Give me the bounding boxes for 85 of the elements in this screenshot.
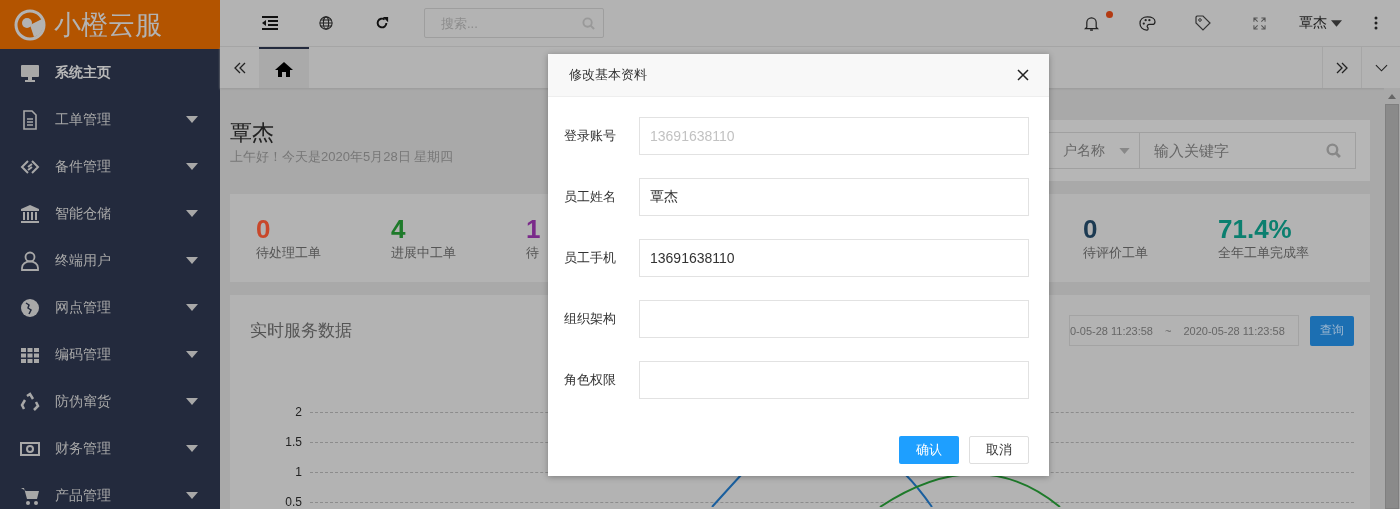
vertical-dots-icon <box>1374 16 1378 30</box>
user-menu[interactable]: 覃杰 <box>1299 14 1342 32</box>
caret-icon <box>186 445 198 452</box>
logo-text: 小橙云服 <box>54 8 162 42</box>
notification-dot <box>1106 11 1113 18</box>
scrollbar-thumb[interactable] <box>1385 104 1399 509</box>
field-label: 员工姓名 <box>564 188 617 206</box>
keyword-search-box[interactable]: 输入关键字 <box>1140 132 1356 169</box>
field-label: 员工手机 <box>564 249 617 267</box>
end-date: 2020-05-28 11:23:58 <box>1183 324 1285 337</box>
stat-value: 4 <box>391 214 406 244</box>
caret-icon <box>186 116 198 123</box>
close-icon <box>1017 69 1029 81</box>
cancel-button[interactable]: 取消 <box>969 436 1029 464</box>
sidebar-item[interactable]: 网点管理 <box>0 284 220 331</box>
stat-label: 进展中工单 <box>391 244 456 262</box>
caret-icon <box>186 257 198 264</box>
stat-value: 0 <box>256 214 271 244</box>
close-button[interactable] <box>1015 67 1031 83</box>
stat-label: 全年工单完成率 <box>1218 244 1309 262</box>
document-icon <box>20 109 40 130</box>
start-date: 0-05-28 11:23:58 <box>1070 324 1153 337</box>
field-label: 角色权限 <box>564 371 617 389</box>
input-field[interactable] <box>639 300 1029 338</box>
y-tick-label: 1 <box>294 465 302 479</box>
range-separator: ~ <box>1165 324 1172 337</box>
scroll-up-icon <box>1388 94 1396 99</box>
bank-icon <box>20 203 40 224</box>
sidebar-item[interactable]: 防伪窜货 <box>0 378 220 425</box>
stat-label: 待 <box>526 244 539 262</box>
caret-icon <box>1331 19 1342 27</box>
palette-icon <box>1138 15 1156 31</box>
stat-label: 待处理工单 <box>256 244 321 262</box>
y-tick-label: 2 <box>294 405 302 419</box>
chart-title: 实时服务数据 <box>250 320 352 342</box>
user-name: 覃杰 <box>230 119 275 147</box>
sidebar-item[interactable]: 财务管理 <box>0 425 220 472</box>
caret-icon <box>186 398 198 405</box>
search-icon <box>582 16 595 30</box>
caret-icon <box>186 351 198 358</box>
sidebar-item[interactable]: 产品管理 <box>0 472 220 509</box>
stat-value: 0 <box>1083 214 1098 244</box>
chart-curve <box>711 473 743 507</box>
y-tick-label: 0.5 <box>284 495 302 509</box>
sidebar-item[interactable]: 终端用户 <box>0 237 220 284</box>
cart-icon <box>20 485 40 506</box>
stat-label: 待评价工单 <box>1083 244 1148 262</box>
home-tab[interactable] <box>259 47 309 88</box>
stat-value: 71.4% <box>1218 214 1292 244</box>
keyword-field[interactable]: 输入关键字 <box>1152 141 1326 160</box>
y-tick-label: 1.5 <box>284 435 302 449</box>
caret-icon <box>186 163 198 170</box>
tag-icon <box>1195 15 1211 31</box>
sidebar-item[interactable]: 备件管理 <box>0 143 220 190</box>
globe-icon <box>319 16 333 30</box>
menu-indent-icon <box>262 16 278 30</box>
expand-icon <box>1252 16 1266 30</box>
input-field[interactable]: 13691638110 <box>639 239 1029 277</box>
input-field[interactable]: 覃杰 <box>639 178 1029 216</box>
bell-icon <box>1083 15 1099 31</box>
stat-value: 1 <box>526 214 541 244</box>
field-label: 组织架构 <box>564 310 617 328</box>
search-icon <box>1326 143 1341 158</box>
dialog-title: 修改基本资料 <box>569 66 647 84</box>
input-field[interactable]: 13691638110 <box>639 117 1029 155</box>
caret-icon <box>186 492 198 499</box>
caret-icon <box>186 210 198 217</box>
sidebar-item[interactable]: 编码管理 <box>0 331 220 378</box>
refresh-icon <box>375 16 389 30</box>
recycle-icon <box>20 391 40 412</box>
input-field[interactable] <box>639 361 1029 399</box>
double-chevron-right-icon <box>1336 61 1348 74</box>
home-icon <box>275 60 293 77</box>
sidebar-item[interactable]: 智能仓储 <box>0 190 220 237</box>
sidebar-item[interactable]: 工单管理 <box>0 96 220 143</box>
user-icon <box>20 250 40 271</box>
monitor-icon <box>20 62 40 83</box>
chevron-down-icon <box>1374 63 1388 72</box>
field-label: 登录账号 <box>564 127 617 145</box>
double-chevron-left-icon <box>233 61 246 74</box>
caret-icon <box>1119 147 1130 154</box>
logo-icon <box>14 8 46 41</box>
caret-icon <box>186 304 198 311</box>
globe-icon <box>20 297 40 318</box>
sidebar-item[interactable]: 系统主页 <box>0 49 220 96</box>
